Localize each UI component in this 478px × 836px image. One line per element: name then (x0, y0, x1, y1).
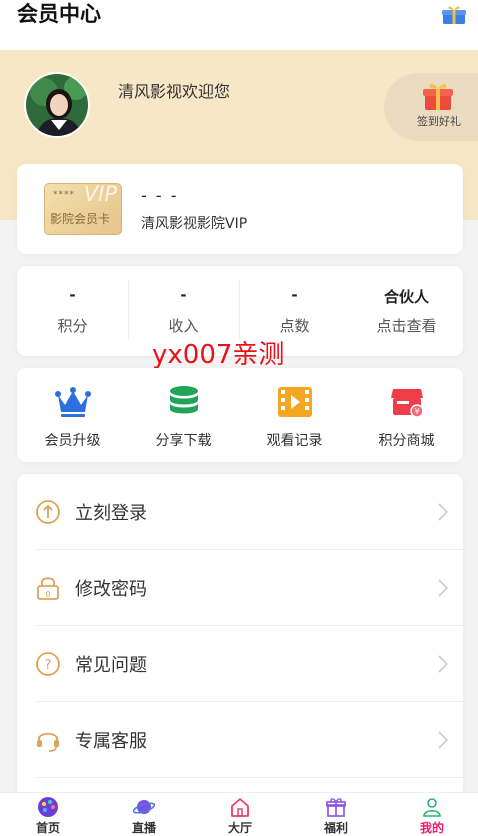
menu-list: 立刻登录 0 修改密码 ? 常见问题 专属客服 (17, 474, 463, 804)
stat-value: - (180, 286, 187, 304)
action-label: 会员升级 (44, 433, 101, 449)
vip-badge-word: VIP (83, 183, 117, 206)
bottom-nav: 首页 直播 大厅 福利 我的 (0, 792, 478, 836)
chevron-right-icon (438, 731, 449, 749)
action-label: 观看记录 (266, 433, 323, 449)
svg-text:?: ? (45, 658, 52, 673)
vip-subtitle: 清风影视影院VIP (141, 216, 248, 232)
vip-title: - - - (141, 186, 179, 205)
chevron-right-icon (438, 655, 449, 673)
nav-hall[interactable]: 大厅 (192, 793, 288, 836)
nav-label: 福利 (323, 821, 348, 835)
house-icon (231, 798, 249, 817)
action-label: 积分商城 (378, 433, 435, 449)
nav-home[interactable]: 首页 (0, 793, 96, 836)
lock-icon: 0 (37, 577, 59, 600)
menu-label: 修改密码 (75, 579, 147, 600)
svg-text:¥: ¥ (414, 407, 419, 416)
menu-label: 立刻登录 (75, 503, 147, 524)
action-vip-upgrade[interactable]: 会员升级 (17, 368, 128, 462)
database-icon (170, 386, 198, 414)
nav-mine[interactable]: 我的 (384, 793, 478, 836)
watermark-text: yx007亲测 (152, 340, 285, 370)
vip-badge-stars: **** (53, 190, 75, 200)
stat-points[interactable]: - 积分 (17, 266, 128, 356)
action-share-download[interactable]: 分享下载 (128, 368, 239, 462)
stat-label: 收入 (168, 317, 199, 335)
nav-label: 我的 (419, 821, 444, 835)
stat-value: - (291, 286, 298, 304)
action-label: 分享下载 (155, 433, 212, 449)
stat-value: 合伙人 (383, 288, 429, 306)
crown-icon (55, 387, 91, 417)
quick-actions-card: 会员升级 分享下载 观看记录 ¥ 积分商城 (17, 368, 463, 462)
menu-label: 常见问题 (75, 655, 147, 676)
nav-label: 直播 (131, 821, 156, 835)
chevron-right-icon (438, 579, 449, 597)
avatar[interactable] (24, 72, 90, 138)
film-icon (278, 387, 312, 417)
store-icon: ¥ (391, 389, 424, 418)
divider (35, 777, 463, 778)
action-points-mall[interactable]: ¥ 积分商城 (351, 368, 462, 462)
headset-icon (37, 732, 59, 752)
menu-item-change-password[interactable]: 0 修改密码 (17, 550, 463, 626)
login-icon (36, 500, 60, 524)
header-bar: 会员中心 (0, 0, 478, 50)
vip-card-badge: **** VIP 影院会员卡 (44, 183, 122, 235)
stat-partner[interactable]: 合伙人 点击查看 (351, 266, 462, 356)
chevron-right-icon (438, 503, 449, 521)
nav-label: 首页 (35, 821, 60, 835)
gift-icon[interactable] (442, 5, 466, 25)
gift-icon (423, 84, 453, 110)
signin-label: 签到好礼 (417, 115, 461, 128)
page-title: 会员中心 (17, 2, 101, 26)
gift-icon (326, 798, 346, 817)
vip-badge-label: 影院会员卡 (50, 212, 111, 226)
planet-icon (133, 800, 155, 814)
home-palette-icon (38, 797, 58, 817)
nav-live[interactable]: 直播 (96, 793, 192, 836)
vip-card[interactable]: **** VIP 影院会员卡 - - - 清风影视影院VIP (17, 164, 463, 254)
menu-item-faq[interactable]: ? 常见问题 (17, 626, 463, 702)
nav-welfare[interactable]: 福利 (288, 793, 384, 836)
stat-label: 点数 (279, 317, 310, 335)
signin-button[interactable]: 签到好礼 (384, 73, 478, 141)
stat-label: 点击查看 (376, 317, 437, 335)
menu-item-login[interactable]: 立刻登录 (17, 474, 463, 550)
menu-label: 专属客服 (75, 731, 147, 752)
menu-item-customer-service[interactable]: 专属客服 (17, 702, 463, 778)
question-icon: ? (36, 652, 60, 676)
user-icon (423, 798, 441, 817)
svg-text:0: 0 (45, 590, 50, 599)
stat-label: 积分 (57, 317, 88, 335)
action-watch-history[interactable]: 观看记录 (239, 368, 350, 462)
welcome-text: 清风影视欢迎您 (118, 82, 231, 101)
stat-value: - (69, 286, 76, 304)
nav-label: 大厅 (227, 821, 252, 835)
